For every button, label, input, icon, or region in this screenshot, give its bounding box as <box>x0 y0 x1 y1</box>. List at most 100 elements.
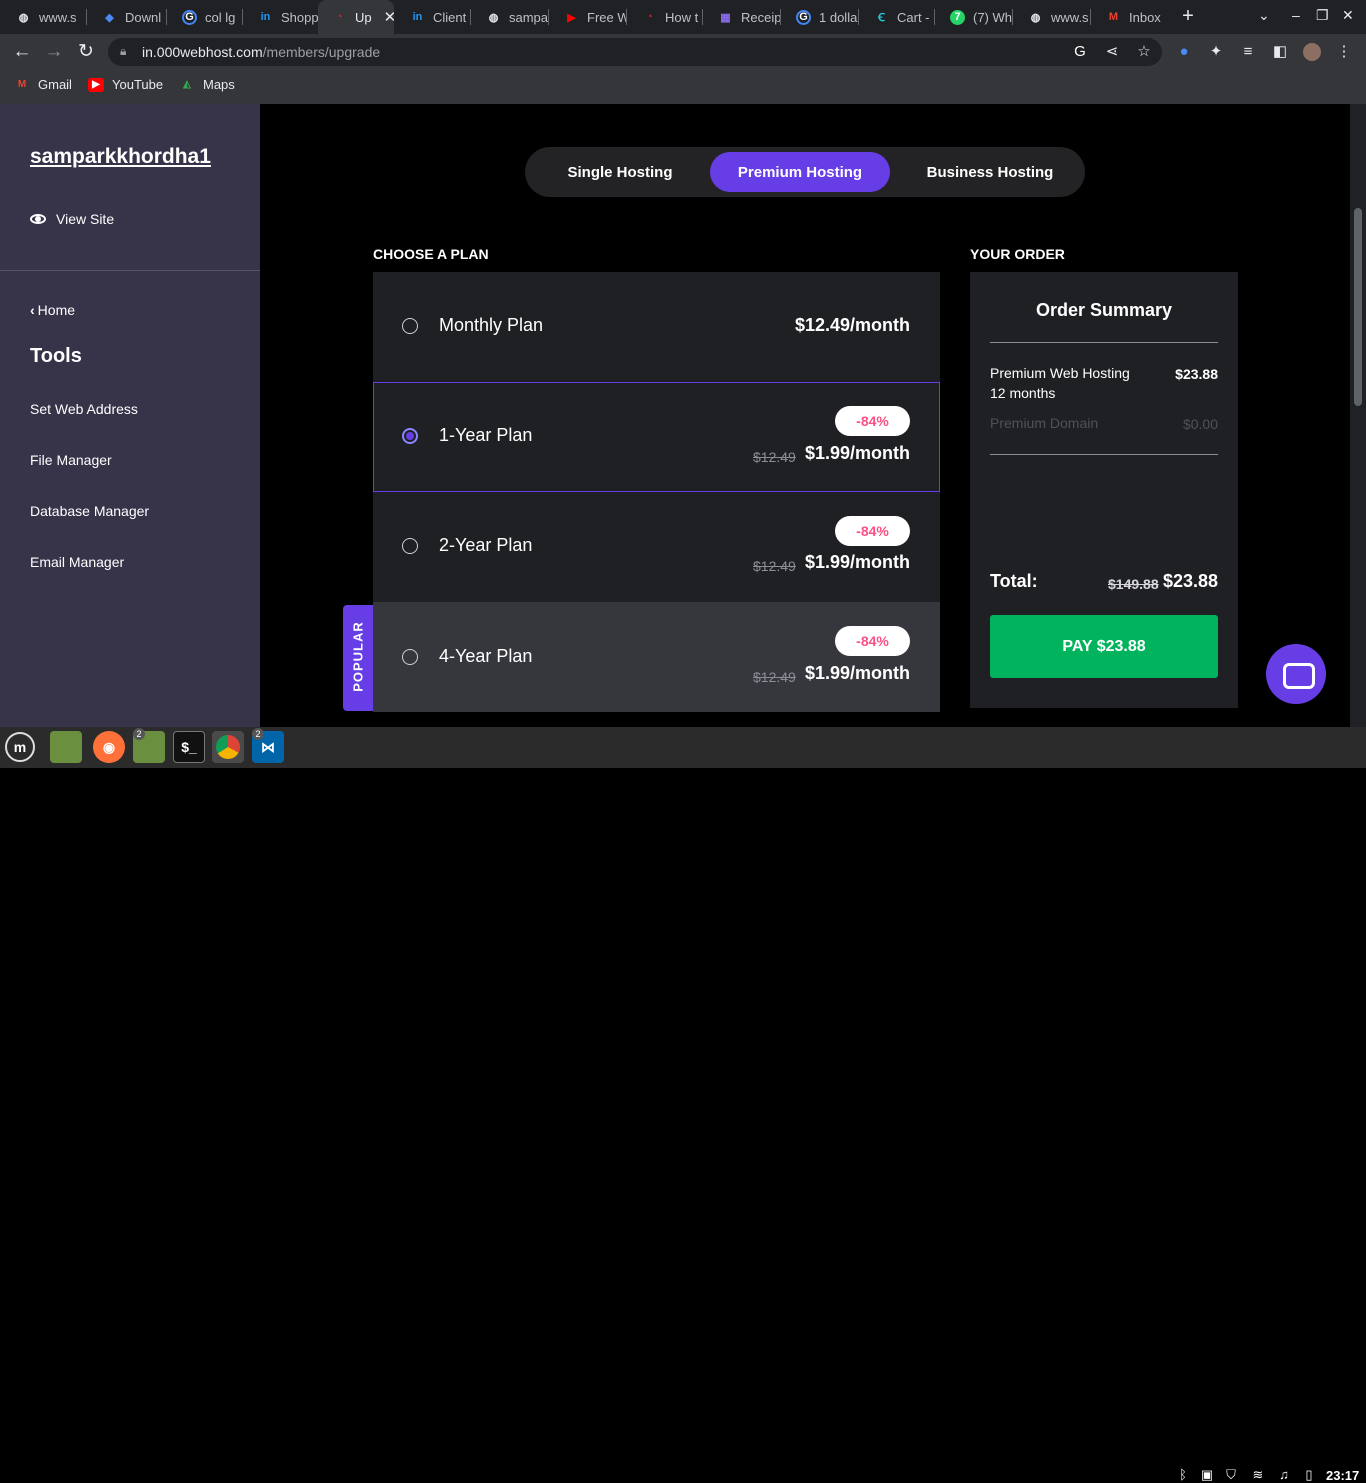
forward-icon[interactable]: → <box>44 42 64 62</box>
taskbar: m ◉ 2 $_ ⋈ 2 ᛒ ▣ ⛉ ≋ ♫ ▯ 23:17 <box>0 727 1366 1483</box>
plan-radio[interactable] <box>402 428 418 444</box>
tab-8[interactable]: ▶ Free W <box>550 0 626 34</box>
scroll-thumb[interactable] <box>1354 208 1362 406</box>
your-order-heading: YOUR ORDER <box>970 246 1065 262</box>
google-lens-icon[interactable]: G <box>1071 43 1089 61</box>
choose-plan-heading: CHOOSE A PLAN <box>373 246 489 262</box>
menu-kebab-icon[interactable]: ⋮ <box>1335 43 1353 61</box>
tab-4[interactable]: in Shopp <box>244 0 318 34</box>
chrome-icon[interactable] <box>212 731 244 763</box>
view-site-link[interactable]: View Site <box>30 211 114 227</box>
tab-active[interactable]: ◔ Up ✕ <box>318 0 394 34</box>
in-icon: in <box>412 11 423 23</box>
bookmark-gmail[interactable]: M Gmail <box>14 77 72 92</box>
wifi-icon[interactable]: ≋ <box>1250 1467 1266 1483</box>
tab-search-icon[interactable]: ⌄ <box>1258 7 1270 24</box>
discount-badge: -84% <box>835 406 910 436</box>
globe-icon: ◍ <box>1030 11 1041 24</box>
files-icon[interactable] <box>50 731 82 763</box>
plan-name: 2-Year Plan <box>439 535 533 555</box>
plan-option-1-year[interactable]: 1-Year Plan -84% $12.49 $1.99/month <box>373 382 940 492</box>
url-text[interactable]: in.000webhost.com/members/upgrade <box>142 44 380 60</box>
tab-single-hosting[interactable]: Single Hosting <box>535 152 705 192</box>
sidebar-divider <box>0 270 260 271</box>
whatsapp-icon: 7 <box>950 9 965 25</box>
tab-15[interactable]: M Inbox <box>1092 0 1162 34</box>
plan-option-2-year[interactable]: 2-Year Plan -84% $12.49 $1.99/month <box>373 492 940 602</box>
window-count-badge: 2 <box>252 728 264 740</box>
restore-icon[interactable]: ❐ <box>1316 7 1329 24</box>
lock-icon[interactable]: 🔒︎ <box>120 44 126 59</box>
minimize-icon[interactable]: – <box>1292 7 1300 23</box>
clipboard-icon[interactable]: ▣ <box>1199 1467 1215 1483</box>
plan-price: $1.99/month <box>804 443 910 463</box>
plan-option-4-year[interactable]: 4-Year Plan -84% $12.49 $1.99/month <box>373 602 940 712</box>
music-icon[interactable]: ♫ <box>1276 1467 1292 1483</box>
tab-6[interactable]: in Client <box>396 0 470 34</box>
tab-13[interactable]: 7 (7) Wh <box>936 0 1012 34</box>
pay-button[interactable]: PAY $23.88 <box>990 615 1218 678</box>
order-summary-title: Order Summary <box>1035 300 1173 320</box>
tab-3[interactable]: Gcol lg <box>168 0 242 34</box>
order-line-hosting-price: $23.88 <box>1175 366 1218 382</box>
maps-icon: ◭ <box>183 79 191 90</box>
tab-premium-hosting[interactable]: Premium Hosting <box>710 152 890 192</box>
reload-icon[interactable]: ↻ <box>76 42 96 62</box>
google-icon: G <box>796 9 811 25</box>
home-link[interactable]: ‹ Home <box>30 302 75 318</box>
hosting-type-tabs: Single Hosting Premium Hosting Business … <box>525 147 1085 197</box>
bookmark-youtube[interactable]: ▶ YouTube <box>88 77 163 92</box>
plan-radio[interactable] <box>402 318 418 334</box>
tab-2[interactable]: ◆ Downl <box>88 0 166 34</box>
receipt-icon: ▦ <box>720 11 731 24</box>
tab-11[interactable]: G1 dolla <box>782 0 858 34</box>
chevron-left-icon: ‹ <box>30 302 35 318</box>
divider <box>990 454 1218 455</box>
page-scrollbar[interactable] <box>1350 104 1366 727</box>
bookmark-star-icon[interactable]: ☆ <box>1135 43 1153 61</box>
clock[interactable]: 23:17 <box>1326 1468 1359 1483</box>
sidebar-item-file-manager[interactable]: File Manager <box>30 452 112 468</box>
battery-icon[interactable]: ▯ <box>1301 1467 1317 1483</box>
plan-price: $12.49/month <box>794 315 910 335</box>
terminal-icon[interactable]: $_ <box>173 731 205 763</box>
browser-chrome: ◍ www.s ◆ Downl Gcol lg in Shopp ◔ Up ✕ in Cli… <box>0 0 1366 104</box>
sidebar-item-email-manager[interactable]: Email Manager <box>30 554 124 570</box>
extensions-puzzle-icon[interactable]: ✦ <box>1207 43 1225 61</box>
globe-icon: ◍ <box>18 11 29 24</box>
back-icon[interactable]: ← <box>12 42 32 62</box>
close-window-icon[interactable]: ✕ <box>1342 7 1354 24</box>
sidebar-item-database-manager[interactable]: Database Manager <box>30 503 149 519</box>
bookmark-maps[interactable]: ◭ Maps <box>179 77 235 92</box>
old-price: $12.49 <box>753 449 796 465</box>
tab-business-hosting[interactable]: Business Hosting <box>900 152 1080 192</box>
chat-launcher-icon[interactable] <box>1266 644 1326 704</box>
extension-firefox-icon[interactable]: ● <box>1175 43 1193 61</box>
plan-option-monthly[interactable]: Monthly Plan $12.49/month <box>373 272 940 382</box>
close-tab-icon[interactable]: ✕ <box>384 8 394 26</box>
tab-10[interactable]: ▦ Receip <box>704 0 780 34</box>
window-count-badge: 2 <box>133 728 145 740</box>
new-tab-icon[interactable]: + <box>1178 6 1198 28</box>
tab-12[interactable]: Ꞓ Cart - <box>860 0 934 34</box>
bluetooth-icon[interactable]: ᛒ <box>1175 1467 1191 1483</box>
sidebar-item-set-web-address[interactable]: Set Web Address <box>30 401 138 417</box>
tab-7[interactable]: ◍ sampa <box>472 0 548 34</box>
menu-logo-icon[interactable]: m <box>5 732 35 762</box>
firefox-icon[interactable]: ◉ <box>93 731 125 763</box>
plan-price: $1.99/month <box>804 663 910 683</box>
tools-heading: Tools <box>30 345 82 367</box>
profile-avatar-icon[interactable] <box>1303 43 1321 61</box>
in-icon: in <box>260 11 271 23</box>
tab-9[interactable]: ◔ How t <box>628 0 702 34</box>
site-name-link[interactable]: samparkkhordha1 <box>30 145 211 169</box>
tab-1[interactable]: ◍ www.s <box>2 0 84 34</box>
webhost-icon: ◔ <box>336 11 343 23</box>
plan-radio[interactable] <box>402 538 418 554</box>
share-icon[interactable]: ⋖ <box>1103 43 1121 61</box>
shield-icon[interactable]: ⛉ <box>1223 1467 1239 1483</box>
media-queue-icon[interactable]: ≡ <box>1239 43 1257 61</box>
plan-radio[interactable] <box>402 649 418 665</box>
side-panel-icon[interactable]: ◧ <box>1271 43 1289 61</box>
tab-14[interactable]: ◍ www.s <box>1014 0 1090 34</box>
